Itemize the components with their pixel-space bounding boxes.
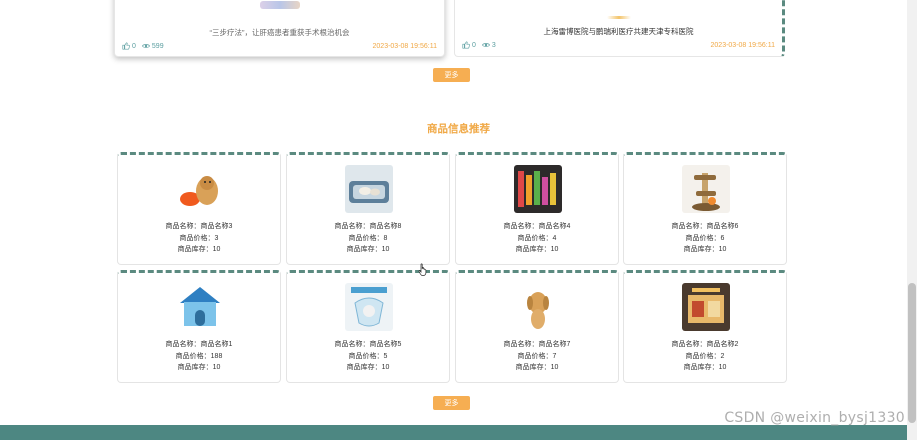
product-price: 商品价格：8: [348, 234, 388, 242]
eye-icon: [481, 43, 490, 47]
thumbs-up-icon: [122, 42, 130, 50]
product-name: 商品名称：商品名称3: [165, 223, 233, 230]
product-name: 商品名称：商品名称5: [334, 341, 402, 348]
news-card[interactable]: 上海雷博医院与鹏瑞利医疗共建天津专科医院 0 3 2023-03-08 19:5…: [454, 0, 785, 57]
product-image-pet-cabinet[interactable]: [682, 283, 730, 331]
hand-cursor-icon: [418, 263, 427, 276]
product-name: 商品名称：商品名称7: [503, 341, 571, 348]
news-date: 2023-03-08 19:56:11: [372, 42, 437, 50]
thumbs-up-icon: [462, 41, 470, 49]
section-title: 商品信息推荐: [427, 123, 490, 135]
scrollbar[interactable]: [907, 0, 917, 440]
like-count[interactable]: 0: [122, 42, 136, 50]
product-stock: 商品库存：10: [177, 364, 221, 371]
news-title[interactable]: 上海雷博医院与鹏瑞利医疗共建天津专科医院: [455, 26, 782, 37]
product-stock: 商品库存：10: [346, 246, 390, 253]
product-image-pet-bed[interactable]: [345, 165, 393, 213]
product-card[interactable]: 商品名称：商品名称6 商品价格：6 商品库存：10: [623, 152, 787, 265]
product-name: 商品名称：商品名称8: [334, 223, 402, 230]
product-image-dog-house[interactable]: [176, 283, 224, 331]
product-stock: 商品库存：10: [346, 364, 390, 371]
product-price: 商品价格：188: [175, 352, 223, 360]
product-image-golden-dog[interactable]: [514, 283, 562, 331]
like-count[interactable]: 0: [462, 41, 476, 49]
product-image-dog-frisbee[interactable]: [176, 165, 224, 213]
product-price: 商品价格：3: [179, 234, 219, 242]
product-image-cat-tree[interactable]: [682, 165, 730, 213]
product-price: 商品价格：4: [517, 234, 557, 242]
news-title[interactable]: “三步疗法”，让肝癌患者重获手术根治机会: [115, 27, 444, 38]
product-name: 商品名称：商品名称4: [503, 223, 571, 230]
scrollbar-thumb[interactable]: [908, 283, 916, 423]
news-date: 2023-03-08 19:56:11: [710, 41, 775, 49]
product-card[interactable]: 商品名称：商品名称2 商品价格：2 商品库存：10: [623, 270, 787, 383]
news-thumbnail: [606, 16, 631, 19]
product-image-cone-collar[interactable]: [345, 283, 393, 331]
news-card[interactable]: “三步疗法”，让肝癌患者重获手术根治机会 0 599 2023-03-08 19…: [114, 0, 445, 57]
footer-bar: [0, 425, 907, 440]
product-image-pet-toys[interactable]: [514, 165, 562, 213]
product-card[interactable]: 商品名称：商品名称1 商品价格：188 商品库存：10: [117, 270, 281, 383]
product-card[interactable]: 商品名称：商品名称5 商品价格：5 商品库存：10: [286, 270, 450, 383]
eye-icon: [141, 44, 150, 48]
product-name: 商品名称：商品名称6: [671, 223, 739, 230]
product-stock: 商品库存：10: [515, 364, 559, 371]
product-stock: 商品库存：10: [683, 246, 727, 253]
product-card[interactable]: 商品名称：商品名称7 商品价格：7 商品库存：10: [455, 270, 619, 383]
product-stock: 商品库存：10: [683, 364, 727, 371]
product-price: 商品价格：5: [348, 352, 388, 360]
product-price: 商品价格：6: [685, 234, 725, 242]
product-name: 商品名称：商品名称1: [165, 341, 233, 348]
product-price: 商品价格：2: [685, 352, 725, 360]
news-thumbnail: [259, 1, 300, 9]
product-stock: 商品库存：10: [177, 246, 221, 253]
product-name: 商品名称：商品名称2: [671, 341, 739, 348]
product-card[interactable]: 商品名称：商品名称8 商品价格：8 商品库存：10: [286, 152, 450, 265]
product-card[interactable]: 商品名称：商品名称3 商品价格：3 商品库存：10: [117, 152, 281, 265]
product-stock: 商品库存：10: [515, 246, 559, 253]
product-card[interactable]: 商品名称：商品名称4 商品价格：4 商品库存：10: [455, 152, 619, 265]
view-count: 599: [141, 42, 164, 50]
watermark: CSDN @weixin_bysj1330: [724, 410, 905, 426]
product-price: 商品价格：7: [517, 352, 557, 360]
products-more-button[interactable]: 更多: [433, 396, 470, 410]
news-more-button[interactable]: 更多: [433, 68, 470, 82]
view-count: 3: [481, 41, 496, 49]
